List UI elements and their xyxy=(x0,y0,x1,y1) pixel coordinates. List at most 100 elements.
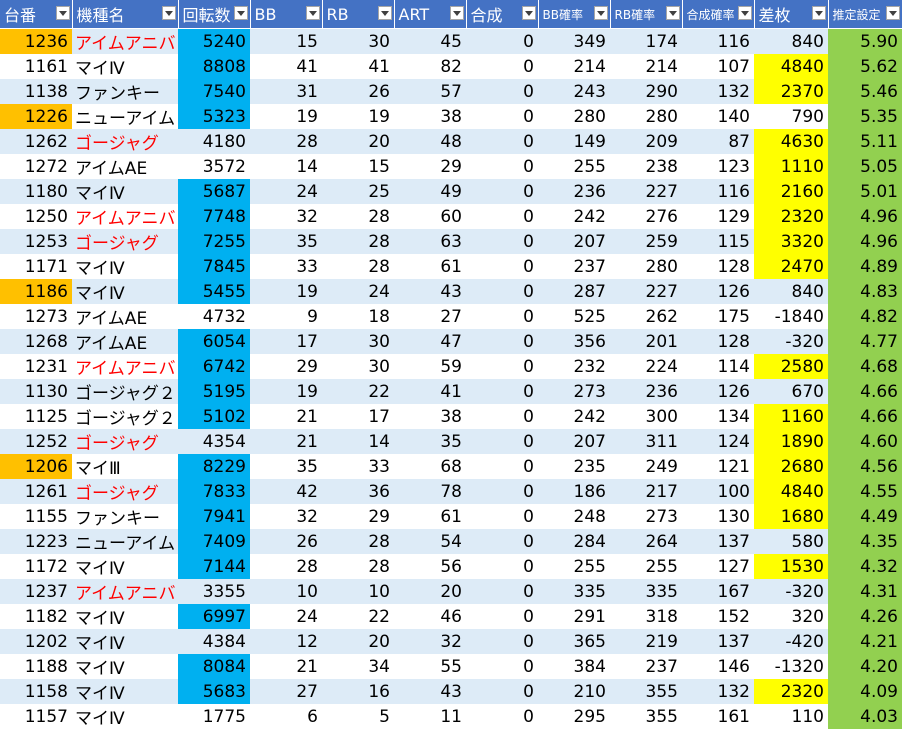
difference-cell[interactable]: 1530 xyxy=(754,554,828,579)
difference-cell[interactable]: 4840 xyxy=(754,54,828,79)
spins-cell[interactable]: 8084 xyxy=(178,654,250,679)
combined-probability-cell[interactable]: 130 xyxy=(682,504,754,529)
bb-cell[interactable]: 21 xyxy=(250,429,322,454)
rb-probability-cell[interactable]: 201 xyxy=(610,329,682,354)
machine-name-cell[interactable]: アイムアニバ xyxy=(72,29,178,55)
spins-cell[interactable]: 1775 xyxy=(178,704,250,729)
rb-cell[interactable]: 30 xyxy=(322,329,394,354)
difference-cell[interactable]: 790 xyxy=(754,104,828,129)
machine-number-cell[interactable]: 1272 xyxy=(0,154,72,179)
machine-name-cell[interactable]: マイⅣ xyxy=(72,654,178,679)
rb-probability-cell[interactable]: 255 xyxy=(610,554,682,579)
estimated-setting-cell[interactable]: 5.05 xyxy=(828,154,902,179)
estimated-setting-cell[interactable]: 4.96 xyxy=(828,204,902,229)
combined-probability-cell[interactable]: 114 xyxy=(682,354,754,379)
difference-cell[interactable]: 2320 xyxy=(754,679,828,704)
art-cell[interactable]: 59 xyxy=(394,354,466,379)
bb-cell[interactable]: 17 xyxy=(250,329,322,354)
estimated-setting-cell[interactable]: 5.11 xyxy=(828,129,902,154)
machine-name-cell[interactable]: マイⅣ xyxy=(72,554,178,579)
rb-probability-cell[interactable]: 280 xyxy=(610,104,682,129)
bb-probability-cell[interactable]: 186 xyxy=(538,479,610,504)
machine-number-cell[interactable]: 1273 xyxy=(0,304,72,329)
estimated-setting-cell[interactable]: 4.49 xyxy=(828,504,902,529)
estimated-setting-cell[interactable]: 4.77 xyxy=(828,329,902,354)
bb-cell[interactable]: 42 xyxy=(250,479,322,504)
combined-cell[interactable]: 0 xyxy=(466,204,538,229)
art-cell[interactable]: 56 xyxy=(394,554,466,579)
combined-probability-cell[interactable]: 121 xyxy=(682,454,754,479)
machine-number-cell[interactable]: 1261 xyxy=(0,479,72,504)
bb-cell[interactable]: 19 xyxy=(250,379,322,404)
machine-number-cell[interactable]: 1223 xyxy=(0,529,72,554)
combined-cell[interactable]: 0 xyxy=(466,104,538,129)
difference-cell[interactable]: 1160 xyxy=(754,404,828,429)
bb-probability-cell[interactable]: 248 xyxy=(538,504,610,529)
combined-cell[interactable]: 0 xyxy=(466,404,538,429)
machine-number-cell[interactable]: 1172 xyxy=(0,554,72,579)
difference-cell[interactable]: -320 xyxy=(754,579,828,604)
bb-cell[interactable]: 6 xyxy=(250,704,322,729)
machine-number-cell[interactable]: 1202 xyxy=(0,629,72,654)
bb-probability-cell[interactable]: 243 xyxy=(538,79,610,104)
rb-cell[interactable]: 20 xyxy=(322,129,394,154)
machine-number-cell[interactable]: 1268 xyxy=(0,329,72,354)
estimated-setting-cell[interactable]: 4.66 xyxy=(828,404,902,429)
rb-cell[interactable]: 14 xyxy=(322,429,394,454)
difference-cell[interactable]: 580 xyxy=(754,529,828,554)
combined-probability-cell[interactable]: 87 xyxy=(682,129,754,154)
filter-dropdown-icon[interactable] xyxy=(56,6,70,20)
art-cell[interactable]: 46 xyxy=(394,604,466,629)
rb-cell[interactable]: 28 xyxy=(322,204,394,229)
combined-cell[interactable]: 0 xyxy=(466,679,538,704)
art-cell[interactable]: 68 xyxy=(394,454,466,479)
estimated-setting-cell[interactable]: 4.82 xyxy=(828,304,902,329)
spins-cell[interactable]: 4354 xyxy=(178,429,250,454)
art-cell[interactable]: 57 xyxy=(394,79,466,104)
spins-cell[interactable]: 7748 xyxy=(178,204,250,229)
filter-dropdown-icon[interactable] xyxy=(738,6,752,20)
machine-name-cell[interactable]: ゴージャグ xyxy=(72,229,178,254)
machine-number-cell[interactable]: 1226 xyxy=(0,104,72,129)
art-cell[interactable]: 27 xyxy=(394,304,466,329)
difference-cell[interactable]: 3320 xyxy=(754,229,828,254)
spins-cell[interactable]: 6997 xyxy=(178,604,250,629)
art-cell[interactable]: 78 xyxy=(394,479,466,504)
combined-probability-cell[interactable]: 152 xyxy=(682,604,754,629)
combined-cell[interactable]: 0 xyxy=(466,254,538,279)
bb-probability-cell[interactable]: 365 xyxy=(538,629,610,654)
bb-cell[interactable]: 10 xyxy=(250,579,322,604)
machine-number-cell[interactable]: 1130 xyxy=(0,379,72,404)
rb-probability-cell[interactable]: 318 xyxy=(610,604,682,629)
art-cell[interactable]: 38 xyxy=(394,404,466,429)
combined-cell[interactable]: 0 xyxy=(466,179,538,204)
rb-probability-cell[interactable]: 264 xyxy=(610,529,682,554)
bb-cell[interactable]: 33 xyxy=(250,254,322,279)
combined-probability-cell[interactable]: 134 xyxy=(682,404,754,429)
filter-dropdown-icon[interactable] xyxy=(306,6,320,20)
art-cell[interactable]: 48 xyxy=(394,129,466,154)
combined-probability-cell[interactable]: 129 xyxy=(682,204,754,229)
combined-probability-cell[interactable]: 128 xyxy=(682,254,754,279)
filter-dropdown-icon[interactable] xyxy=(812,6,826,20)
difference-cell[interactable]: 2160 xyxy=(754,179,828,204)
combined-cell[interactable]: 0 xyxy=(466,54,538,79)
rb-cell[interactable]: 36 xyxy=(322,479,394,504)
machine-number-cell[interactable]: 1161 xyxy=(0,54,72,79)
combined-cell[interactable]: 0 xyxy=(466,304,538,329)
rb-probability-cell[interactable]: 224 xyxy=(610,354,682,379)
estimated-setting-cell[interactable]: 4.68 xyxy=(828,354,902,379)
rb-probability-cell[interactable]: 238 xyxy=(610,154,682,179)
bb-probability-cell[interactable]: 207 xyxy=(538,429,610,454)
bb-probability-cell[interactable]: 349 xyxy=(538,29,610,55)
difference-cell[interactable]: 110 xyxy=(754,704,828,729)
bb-cell[interactable]: 21 xyxy=(250,654,322,679)
machine-number-cell[interactable]: 1158 xyxy=(0,679,72,704)
machine-number-cell[interactable]: 1206 xyxy=(0,454,72,479)
bb-cell[interactable]: 27 xyxy=(250,679,322,704)
filter-dropdown-icon[interactable] xyxy=(594,6,608,20)
filter-dropdown-icon[interactable] xyxy=(162,6,176,20)
rb-probability-cell[interactable]: 217 xyxy=(610,479,682,504)
bb-probability-cell[interactable]: 295 xyxy=(538,704,610,729)
spins-cell[interactable]: 7144 xyxy=(178,554,250,579)
